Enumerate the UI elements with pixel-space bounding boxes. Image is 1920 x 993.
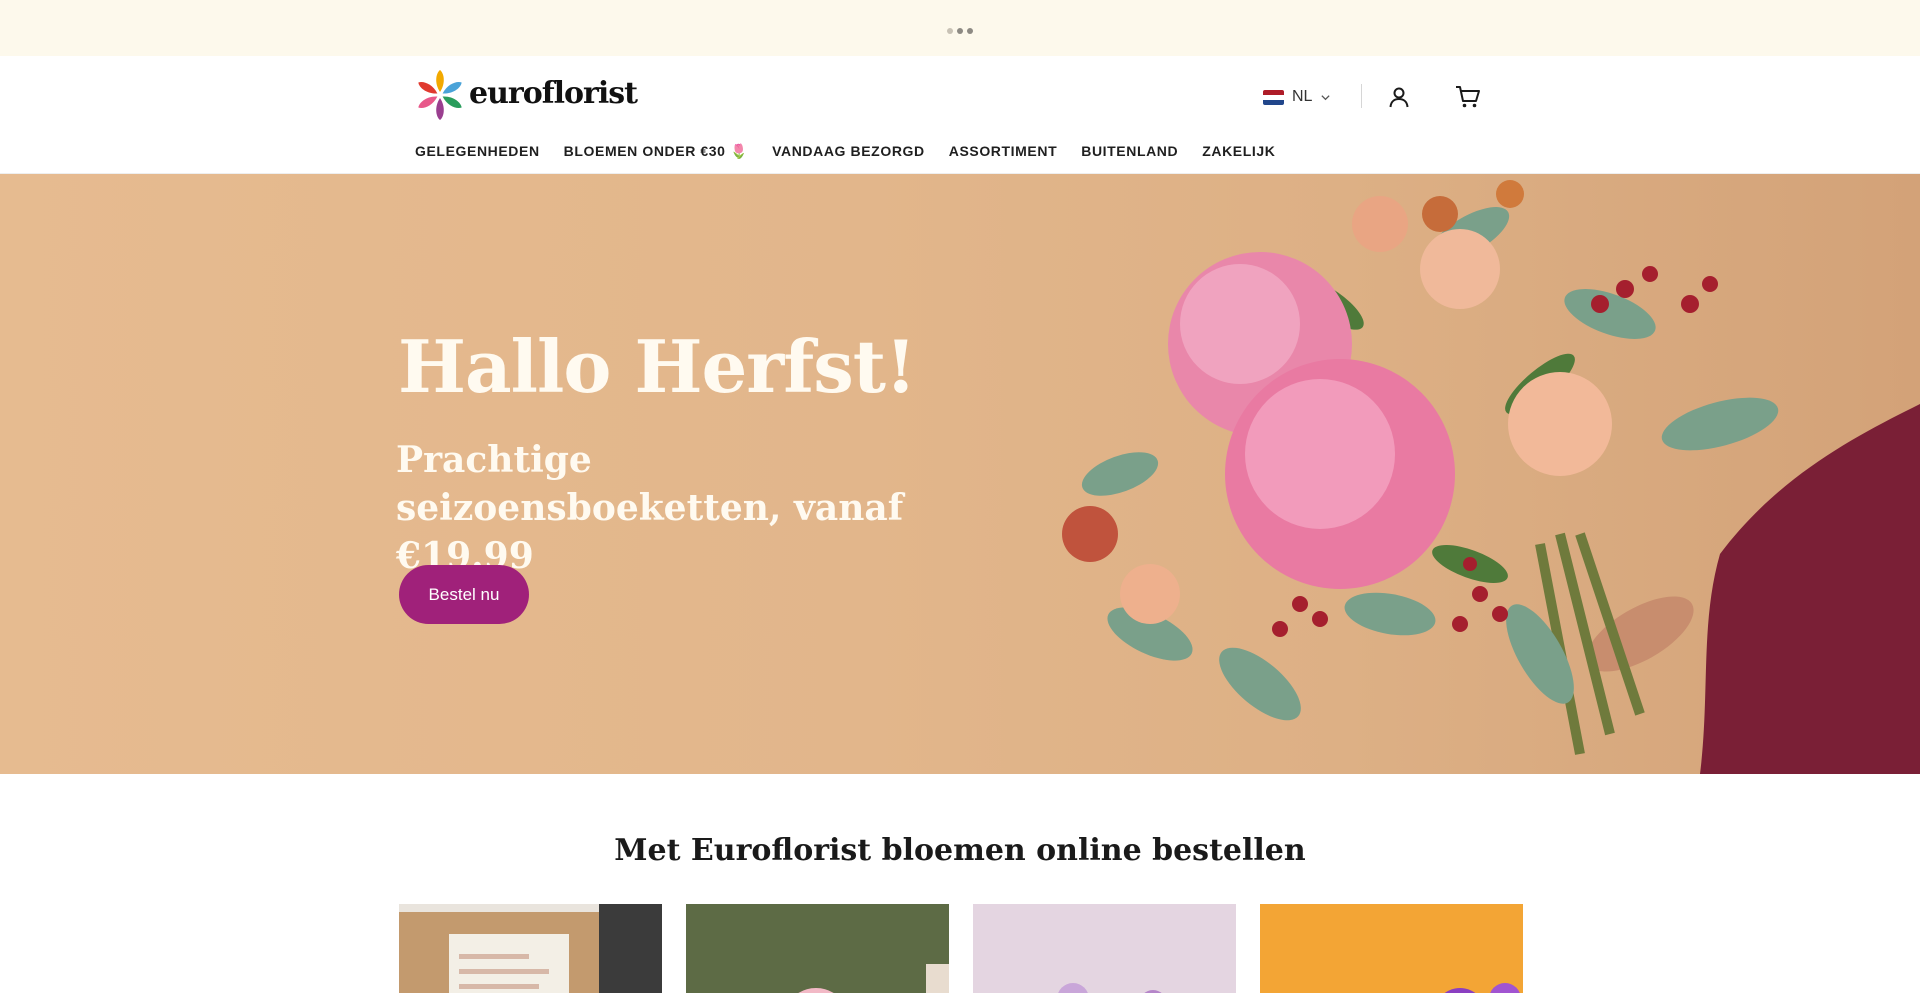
hero-banner[interactable]: Hallo Herfst! Prachtige seizoensboekette… bbox=[0, 174, 1920, 774]
section-title: Met Euroflorist bloemen online bestellen bbox=[614, 833, 1306, 868]
announcement-bar bbox=[0, 0, 1920, 56]
carousel-dot[interactable] bbox=[967, 28, 973, 34]
language-selector[interactable]: NL bbox=[1263, 86, 1331, 108]
card-orange[interactable] bbox=[1260, 904, 1523, 993]
lily-bouquet-image bbox=[686, 904, 949, 993]
bouquet-image bbox=[1062, 180, 1920, 774]
site-header: euroflorist NL GELEGENHEDEN BLOEMEN ONDE… bbox=[0, 56, 1920, 174]
category-cards bbox=[399, 904, 1523, 993]
cart-button[interactable] bbox=[1453, 82, 1483, 112]
nav-item-zakelijk[interactable]: ZAKELIJK bbox=[1202, 143, 1275, 160]
language-label: NL bbox=[1292, 88, 1313, 105]
nav-item-vandaag-bezorgd[interactable]: VANDAAG BEZORGD bbox=[772, 143, 925, 160]
hero-title: Hallo Herfst! bbox=[398, 324, 917, 409]
carousel-dot-active[interactable] bbox=[957, 28, 963, 34]
card-lilies[interactable] bbox=[686, 904, 949, 993]
gift-box-image bbox=[399, 904, 662, 993]
nav-item-bloemen-onder-30[interactable]: BLOEMEN ONDER €30 🌷 bbox=[564, 143, 748, 160]
logo[interactable]: euroflorist bbox=[413, 70, 638, 120]
account-button[interactable] bbox=[1384, 82, 1414, 112]
nav-item-gelegenheden[interactable]: GELEGENHEDEN bbox=[415, 143, 540, 160]
carousel-dot[interactable] bbox=[947, 28, 953, 34]
nav-item-assortiment[interactable]: ASSORTIMENT bbox=[949, 143, 1058, 160]
header-divider bbox=[1361, 84, 1362, 108]
card-pastel[interactable] bbox=[973, 904, 1236, 993]
pastel-bouquet-image bbox=[973, 904, 1236, 993]
carousel-dots[interactable] bbox=[947, 28, 973, 34]
order-now-button[interactable]: Bestel nu bbox=[399, 565, 529, 624]
hero-subtitle: Prachtige seizoensboeketten, vanaf €19.9… bbox=[396, 439, 904, 577]
chevron-down-icon bbox=[1321, 94, 1331, 100]
nav-item-buitenland[interactable]: BUITENLAND bbox=[1081, 143, 1178, 160]
main-nav: GELEGENHEDEN BLOEMEN ONDER €30 🌷 VANDAAG… bbox=[415, 143, 1275, 160]
user-icon bbox=[1389, 87, 1409, 108]
nl-flag-icon bbox=[1263, 89, 1284, 105]
card-box[interactable] bbox=[399, 904, 662, 993]
purple-bouquet-image bbox=[1260, 904, 1523, 993]
flower-logo-icon bbox=[418, 70, 462, 120]
cart-icon bbox=[1456, 86, 1480, 108]
logo-text: euroflorist bbox=[469, 75, 638, 111]
